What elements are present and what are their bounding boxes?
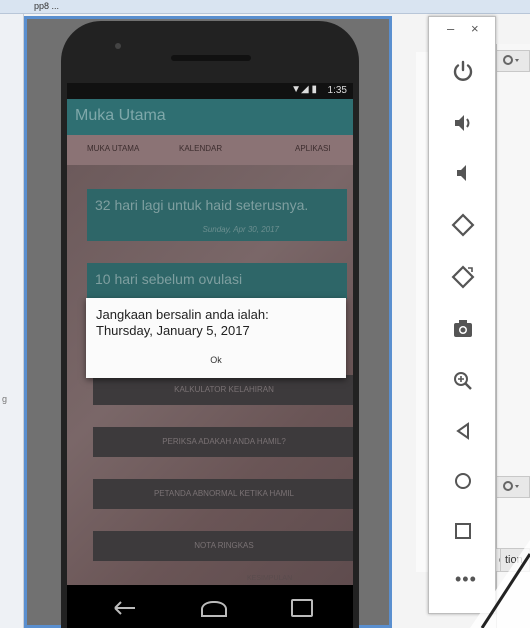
gear-icon: [503, 55, 519, 65]
due-date-dialog: Jangkaan bersalin anda ialah: Thursday, …: [86, 298, 346, 378]
app-bar: Muka Utama: [67, 99, 353, 135]
zoom-icon[interactable]: [447, 365, 479, 397]
gear-icon: [503, 481, 519, 491]
phone-camera: [115, 43, 121, 49]
menu-button-nota[interactable]: NOTA RINGKAS: [93, 531, 353, 561]
status-bar: ▼◢ ▮ 1:35: [67, 83, 353, 99]
tab-kalendar[interactable]: KALENDAR: [179, 144, 222, 153]
corner-watermark: [470, 540, 530, 628]
nav-bar: [67, 585, 353, 628]
signal-battery-icons: ▼◢ ▮: [291, 84, 317, 95]
tab-aplikasi[interactable]: APLIKASI: [295, 144, 331, 153]
period-card-date: Sunday, Apr 30, 2017: [202, 225, 280, 234]
ovulation-card: 10 hari sebelum ovulasi: [87, 263, 347, 299]
overview-icon[interactable]: [291, 599, 313, 617]
volume-down-icon[interactable]: [447, 157, 479, 189]
back-icon[interactable]: [447, 415, 479, 447]
desktop-screen: pp8 ... g ec tion ▼◢ ▮ 1:35 Muka Utama: [0, 0, 530, 628]
camera-icon[interactable]: [447, 313, 479, 345]
ide-title-bar: pp8 ...: [0, 0, 530, 14]
kesimpulan-fragment: KESIMPULAN: [247, 575, 293, 582]
minimize-button[interactable]: –: [447, 21, 454, 36]
period-card: 32 hari lagi untuk haid seterusnya. Sund…: [87, 189, 347, 241]
ide-left-panel: g: [0, 14, 24, 628]
ide-settings-button[interactable]: [496, 50, 530, 72]
close-button[interactable]: ×: [471, 21, 479, 36]
ide-title-fragment: pp8 ...: [34, 1, 60, 11]
ide-left-fragment: g: [2, 394, 8, 404]
power-icon[interactable]: [447, 55, 479, 87]
back-icon[interactable]: [111, 599, 139, 617]
dialog-message: Jangkaan bersalin anda ialah: Thursday, …: [96, 307, 336, 339]
volume-up-icon[interactable]: [447, 107, 479, 139]
period-card-title: 32 hari lagi untuk haid seterusnya.: [95, 197, 309, 213]
dialog-message-line1: Jangkaan bersalin anda ialah:: [96, 307, 269, 322]
rotate-left-icon[interactable]: [447, 209, 479, 241]
ok-button[interactable]: Ok: [86, 346, 346, 374]
menu-button-periksa[interactable]: PERIKSA ADAKAH ANDA HAMIL?: [93, 427, 353, 457]
home-icon[interactable]: [447, 465, 479, 497]
emulator-toolbar: – × •••: [428, 16, 496, 614]
dialog-message-line2: Thursday, January 5, 2017: [96, 323, 250, 338]
ovulation-card-title: 10 hari sebelum ovulasi: [95, 271, 243, 287]
app-title: Muka Utama: [75, 107, 166, 124]
menu-button-kalkulator[interactable]: KALKULATOR KELAHIRAN: [93, 375, 353, 405]
home-icon[interactable]: [201, 601, 227, 617]
tab-bar: MUKA UTAMA KALENDAR APLIKASI: [67, 135, 353, 165]
menu-button-petanda[interactable]: PETANDA ABNORMAL KETIKA HAMIL: [93, 479, 353, 509]
ide-settings-button-2[interactable]: [496, 476, 530, 498]
status-time: 1:35: [327, 85, 347, 96]
phone-speaker: [171, 55, 251, 61]
tab-muka-utama[interactable]: MUKA UTAMA: [87, 144, 139, 153]
rotate-right-icon[interactable]: [447, 261, 479, 293]
